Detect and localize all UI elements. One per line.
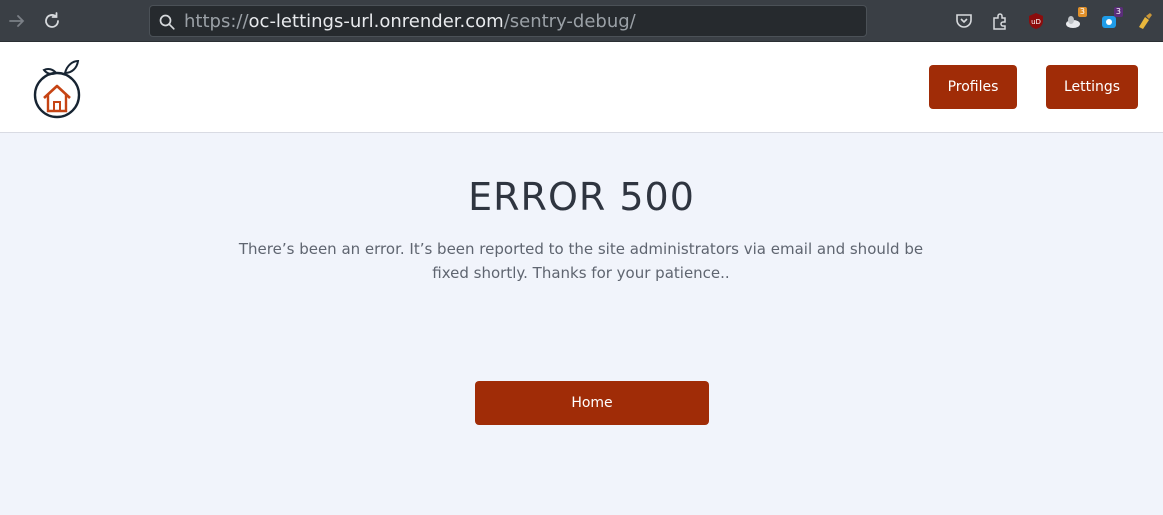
nav-lettings-button[interactable]: Lettings xyxy=(1046,65,1138,109)
url-text[interactable]: https://oc-lettings-url.onrender.com/sen… xyxy=(184,11,636,32)
browser-toolbar: https://oc-lettings-url.onrender.com/sen… xyxy=(0,0,1163,42)
extension-feet-icon[interactable]: 3 xyxy=(1063,7,1087,31)
extension-blue-badge: 3 xyxy=(1113,7,1123,17)
main-content: ERROR 500 There’s been an error. It’s be… xyxy=(0,133,1163,515)
home-button[interactable]: Home xyxy=(475,381,709,425)
url-path: /sentry-debug/ xyxy=(503,11,636,32)
svg-text:uD: uD xyxy=(1031,18,1041,26)
search-icon xyxy=(158,13,176,31)
orange-house-logo-icon[interactable] xyxy=(32,54,84,122)
puzzle-extensions-icon[interactable] xyxy=(990,11,1010,31)
nav-profiles-button[interactable]: Profiles xyxy=(929,65,1017,109)
site-header: Profiles Lettings xyxy=(0,42,1163,133)
error-message: There’s been an error. It’s been reporte… xyxy=(238,240,924,282)
url-host: oc-lettings-url.onrender.com xyxy=(248,11,504,32)
forward-arrow-icon[interactable] xyxy=(6,10,28,32)
address-bar[interactable]: https://oc-lettings-url.onrender.com/sen… xyxy=(149,5,867,37)
extension-blue-icon[interactable]: 3 xyxy=(1099,7,1123,31)
ublock-origin-icon[interactable]: uD xyxy=(1026,11,1046,31)
url-scheme: https:// xyxy=(184,11,249,32)
extension-brush-icon[interactable] xyxy=(1135,11,1155,31)
reload-icon[interactable] xyxy=(41,10,63,32)
page-title: ERROR 500 xyxy=(468,175,695,219)
pocket-icon[interactable] xyxy=(954,11,974,31)
extension-feet-badge: 3 xyxy=(1077,7,1087,17)
